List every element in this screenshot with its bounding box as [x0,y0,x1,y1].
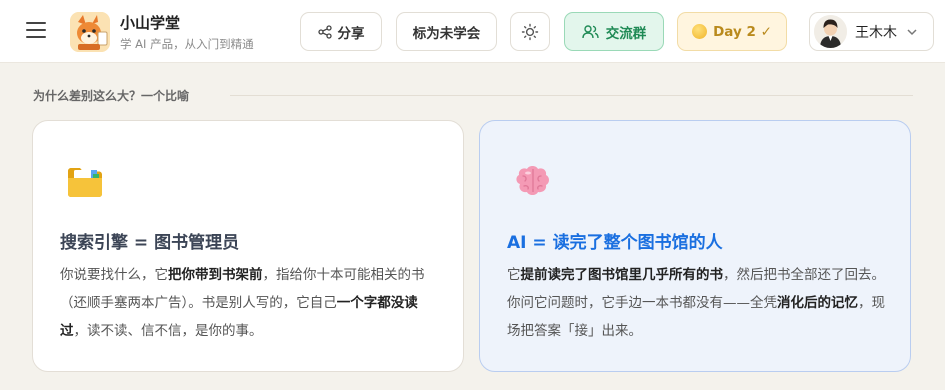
card-text: 它 [507,267,521,283]
mark-unlearned-button[interactable]: 标为未学会 [396,12,497,51]
folder-icon [65,161,107,203]
avatar [814,15,847,48]
share-icon [317,24,332,39]
card-body: 它提前读完了图书馆里几乎所有的书，然后把书全部还了回去。你问它问题时，它手边一本… [507,261,889,345]
theme-toggle-button[interactable] [510,12,550,51]
section-title: 为什么差别这么大？一个比喻 [33,89,190,103]
card-text-bold: 把你带到书架前 [168,267,263,283]
card-text: ，读不读、信不信，是你的事。 [73,323,263,339]
user-name: 王木木 [855,24,897,41]
coin-icon [692,24,708,39]
brain-icon [512,161,554,203]
brand-subtitle: 学 AI 产品，从入门到精通 [120,37,254,51]
brand-name: 小山学堂 [120,14,181,32]
users-icon [582,24,599,38]
community-group-label: 交流群 [605,25,647,42]
card-title: 搜索引擎 = 图书管理员 [60,233,240,253]
top-bar: 小山学堂 学 AI 产品，从入门到精通 分享 标为未学会 交流群 Day 2 ✓… [0,0,945,63]
user-menu-button[interactable]: 王木木 [809,12,934,51]
ai-card: AI = 读完了整个图书馆的人 它提前读完了图书馆里几乎所有的书，然后把书全部还… [479,120,911,372]
mark-unlearned-label: 标为未学会 [412,25,481,42]
share-label: 分享 [337,25,365,42]
share-button[interactable]: 分享 [300,12,382,51]
search-engine-card: 搜索引擎 = 图书管理员 你说要找什么，它把你带到书架前，指给你十本可能相关的书… [32,120,464,372]
sun-icon [521,23,539,40]
day-progress-badge[interactable]: Day 2 ✓ [677,12,787,51]
menu-icon[interactable] [26,22,46,40]
fox-logo-icon[interactable] [70,12,110,52]
chevron-down-icon [907,28,917,35]
card-title: AI = 读完了整个图书馆的人 [507,233,723,253]
card-text: 你说要找什么，它 [60,267,168,283]
card-text-bold: 消化后的记忆 [777,295,858,311]
section-divider [230,95,913,96]
card-body: 你说要找什么，它把你带到书架前，指给你十本可能相关的书（还顺手塞两本广告）。书是… [60,261,442,345]
community-group-button[interactable]: 交流群 [564,12,664,51]
day-progress-label: Day 2 ✓ [713,23,772,40]
card-text-bold: 提前读完了图书馆里几乎所有的书 [520,267,724,283]
